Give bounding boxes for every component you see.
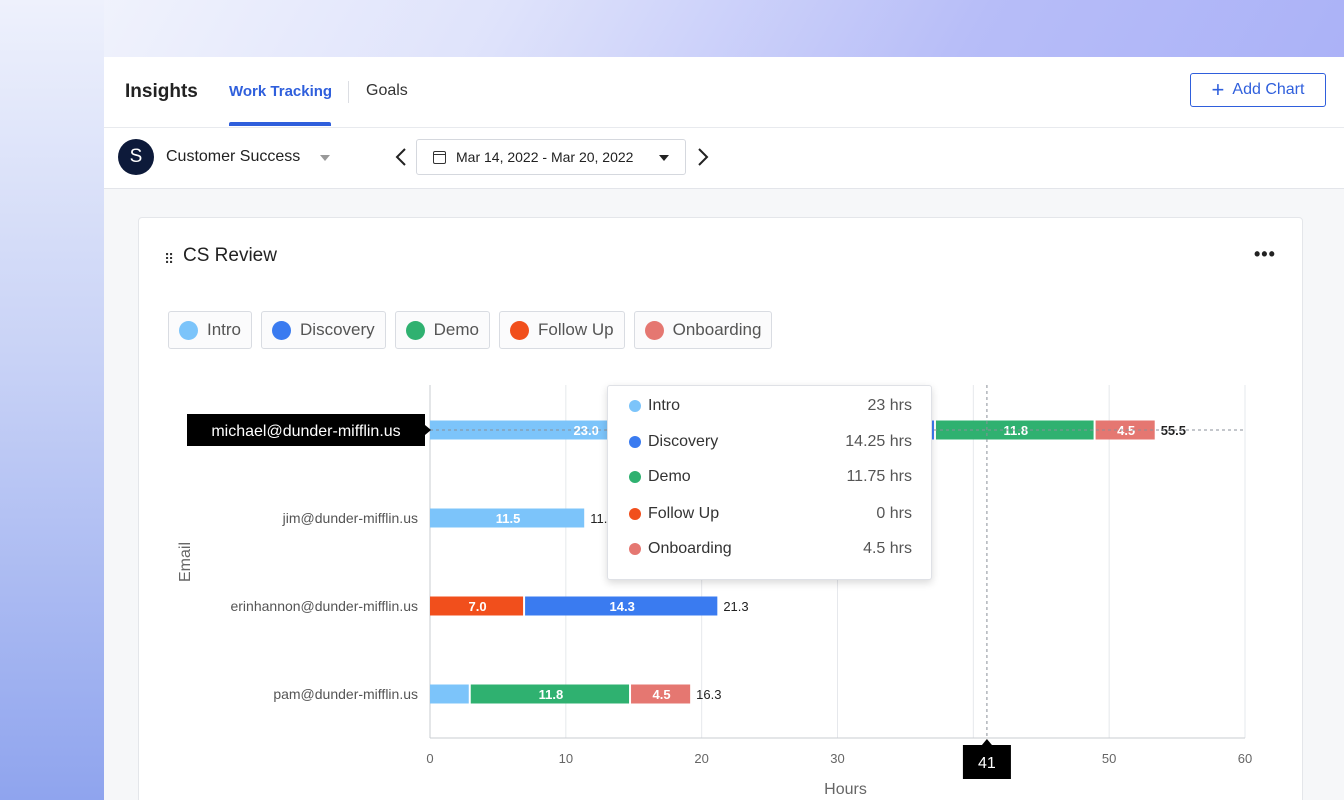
y-category-label: erinhannon@dunder-mifflin.us <box>230 598 418 614</box>
app-window: Insights Work Tracking Goals + Add Chart… <box>104 57 1344 800</box>
tooltip-row-onboarding: Onboarding 4.5 hrs <box>629 538 912 560</box>
x-tick-label: 60 <box>1238 751 1252 766</box>
tooltip-dot <box>629 400 641 412</box>
tooltip-value: 4.5 hrs <box>863 540 912 557</box>
tooltip-label: Follow Up <box>648 505 720 522</box>
tooltip-dot <box>629 543 641 555</box>
x-tick-label: 10 <box>559 751 573 766</box>
tooltip-row-intro: Intro 23 hrs <box>629 395 912 417</box>
tooltip-label: Onboarding <box>648 540 732 557</box>
y-axis-title: Email <box>177 542 194 582</box>
tooltip-value: 14.25 hrs <box>845 433 912 450</box>
y-category-label: pam@dunder-mifflin.us <box>273 686 418 702</box>
bar-data-label: 14.3 <box>610 599 635 614</box>
tooltip-row-demo: Demo 11.75 hrs <box>629 466 912 488</box>
chart-tooltip: Intro 23 hrs Discovery 14.25 hrs Demo 11.75… <box>607 385 932 580</box>
background-gradient <box>0 0 104 800</box>
tooltip-dot <box>629 471 641 483</box>
tooltip-row-follow-up: Follow Up 0 hrs <box>629 503 912 525</box>
bar-total-label: 21.3 <box>723 599 748 614</box>
tooltip-value: 11.75 hrs <box>846 468 912 485</box>
tooltip-label: Discovery <box>648 433 719 450</box>
x-axis-title: Hours <box>824 781 867 798</box>
y-category-label: jim@dunder-mifflin.us <box>282 510 418 526</box>
crosshair-value-label: 41 <box>978 755 996 772</box>
hovered-category-label: michael@dunder-mifflin.us <box>211 423 400 440</box>
tooltip-row-discovery: Discovery 14.25 hrs <box>629 431 912 453</box>
bar-data-label: 7.0 <box>469 599 487 614</box>
bar-data-label: 4.5 <box>653 687 671 702</box>
x-tick-label: 50 <box>1102 751 1116 766</box>
x-tick-label: 20 <box>694 751 708 766</box>
tooltip-label: Demo <box>648 468 691 485</box>
bar-data-label: 11.5 <box>496 511 521 526</box>
tooltip-value: 23 hrs <box>867 397 912 414</box>
x-tick-label: 30 <box>830 751 844 766</box>
crosshair-pointer <box>981 739 992 745</box>
x-tick-label: 0 <box>426 751 433 766</box>
bar-segment-intro <box>430 684 469 704</box>
tooltip-dot <box>629 436 641 448</box>
bar-total-label: 16.3 <box>696 687 721 702</box>
tooltip-dot <box>629 508 641 520</box>
tooltip-value: 0 hrs <box>876 505 912 522</box>
bar-data-label: 11.8 <box>539 687 564 702</box>
tooltip-label: Intro <box>648 397 681 414</box>
